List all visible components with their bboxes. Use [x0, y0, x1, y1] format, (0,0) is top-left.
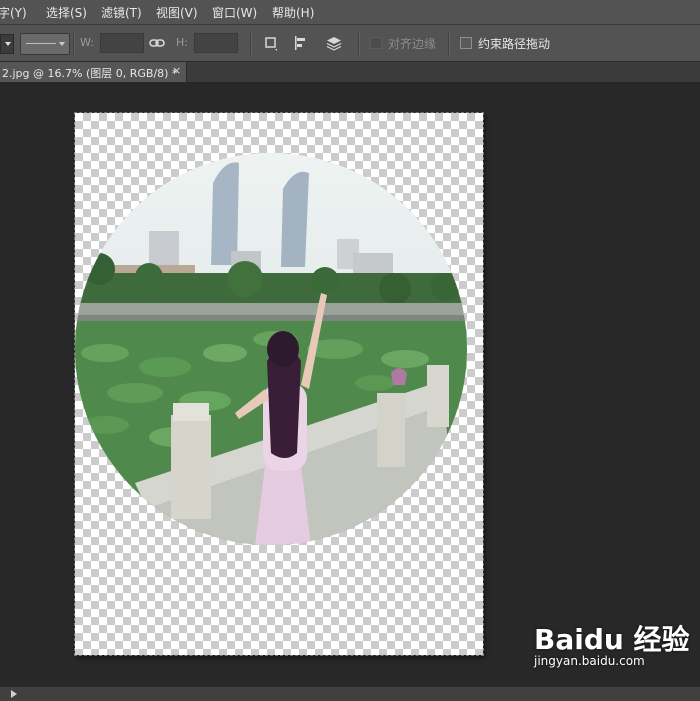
- watermark-logo: Baidu 经验: [534, 623, 690, 656]
- menu-bar: 字(Y) 选择(S) 滤镜(T) 视图(V) 窗口(W) 帮助(H): [0, 0, 700, 25]
- play-arrow-icon[interactable]: [11, 690, 17, 698]
- separator: [448, 33, 450, 55]
- menu-type[interactable]: 字(Y): [0, 4, 27, 21]
- separator: [250, 33, 252, 55]
- menu-select[interactable]: 选择(S): [46, 4, 87, 21]
- chevron-down-icon: [59, 42, 65, 46]
- link-icon[interactable]: [148, 34, 166, 52]
- close-icon[interactable]: ×: [172, 64, 181, 77]
- separator: [73, 33, 75, 55]
- document-tab[interactable]: 2.jpg @ 16.7% (图层 0, RGB/8) * ×: [0, 62, 187, 82]
- align-edges-label: 对齐边缘: [388, 37, 437, 51]
- options-bar: W: H: 对齐边缘 约束路径拖动: [0, 25, 700, 62]
- menu-help[interactable]: 帮助(H): [272, 4, 314, 21]
- photo-image: [75, 153, 467, 545]
- height-input[interactable]: [194, 33, 238, 53]
- height-label: H:: [176, 36, 188, 49]
- path-arrangement-icon[interactable]: [324, 34, 342, 52]
- document-tab-title: 2.jpg @ 16.7% (图层 0, RGB/8) *: [2, 67, 178, 80]
- align-edges-checkbox[interactable]: [370, 37, 382, 49]
- menu-window[interactable]: 窗口(W): [212, 4, 257, 21]
- document-canvas[interactable]: [74, 112, 484, 656]
- circular-photo-layer: [75, 153, 467, 545]
- separator: [358, 33, 360, 55]
- stroke-line-preview: [26, 43, 56, 44]
- path-alignment-icon[interactable]: [292, 34, 310, 52]
- menu-view[interactable]: 视图(V): [156, 4, 198, 21]
- baidu-jingyan-watermark: Baidu 经验 jingyan.baidu.com: [534, 616, 690, 670]
- status-bar: [0, 686, 700, 701]
- document-tab-bar: 2.jpg @ 16.7% (图层 0, RGB/8) * ×: [0, 62, 700, 83]
- path-operation-dropdown[interactable]: [0, 34, 14, 54]
- constrain-path-dragging-checkbox[interactable]: [460, 37, 472, 49]
- constrain-path-dragging-label: 约束路径拖动: [478, 37, 551, 51]
- stroke-style-dropdown[interactable]: [20, 33, 70, 55]
- menu-filter[interactable]: 滤镜(T): [101, 4, 142, 21]
- canvas-workspace[interactable]: [0, 83, 700, 686]
- watermark-site: jingyan.baidu.com: [534, 654, 645, 668]
- path-operations-icon[interactable]: [262, 34, 280, 52]
- width-input[interactable]: [100, 33, 144, 53]
- width-label: W:: [80, 36, 94, 49]
